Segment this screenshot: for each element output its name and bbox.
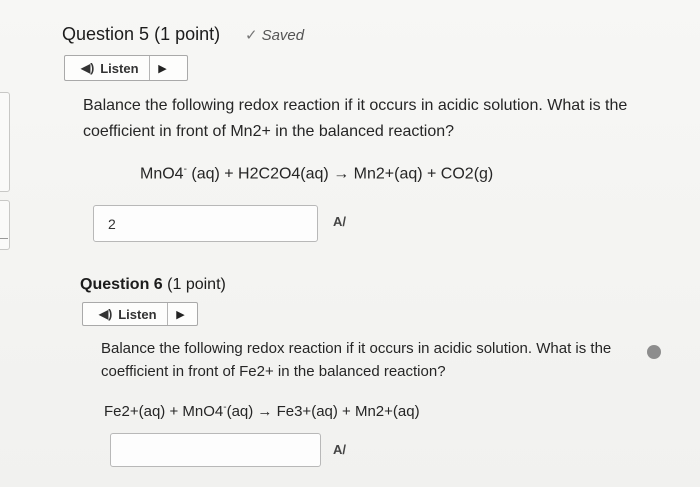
cursor-dot <box>647 345 661 359</box>
listen-label: Listen <box>100 60 139 76</box>
side-panel-edge <box>0 92 10 192</box>
quiz-page: Question 5 (1 point) ✓ Saved ◀) Listen ▶ … <box>0 0 700 487</box>
speaker-icon: ◀) <box>99 307 113 321</box>
question-6-title: Question 6 (1 point) <box>80 276 226 294</box>
play-icon[interactable]: ▶ <box>168 308 194 321</box>
question-title-text: Question 5 <box>62 24 150 44</box>
side-panel-edge <box>0 200 10 250</box>
reaction-equation: Fe2+(aq) + MnO4-(aq) → Fe3+(aq) + Mn2+(a… <box>104 402 420 420</box>
question-prompt: Balance the following redox reaction if … <box>83 97 628 140</box>
listen-button[interactable]: ◀) Listen ▶ <box>82 302 198 326</box>
reaction-equation: MnO4- (aq) + H2C2O4(aq) → Mn2+(aq) + CO2… <box>140 164 494 183</box>
saved-status: ✓ Saved <box>245 26 304 44</box>
question-points: (1 point) <box>154 24 221 44</box>
speaker-icon: ◀) <box>81 61 95 75</box>
question-5-title: Question 5 (1 point) <box>62 24 220 45</box>
listen-button[interactable]: ◀) Listen ▶ <box>64 55 188 81</box>
listen-label: Listen <box>118 306 157 322</box>
answer-input[interactable]: 2 <box>93 205 318 242</box>
checkmark-icon: ✓ <box>245 27 258 44</box>
question-prompt: Balance the following redox reaction if … <box>101 340 612 380</box>
answer-input[interactable] <box>110 433 321 467</box>
divider <box>0 238 8 239</box>
answer-value: 2 <box>108 215 116 232</box>
spellcheck-icon[interactable]: A/ <box>333 442 346 457</box>
play-icon[interactable]: ▶ <box>150 62 176 75</box>
saved-label: Saved <box>261 27 305 44</box>
spellcheck-icon[interactable]: A/ <box>333 214 346 229</box>
question-points: (1 point) <box>167 276 226 293</box>
listen-label-area[interactable]: ◀) Listen <box>65 56 150 80</box>
listen-label-area[interactable]: ◀) Listen <box>83 303 168 325</box>
question-title-text: Question 6 <box>80 276 163 293</box>
